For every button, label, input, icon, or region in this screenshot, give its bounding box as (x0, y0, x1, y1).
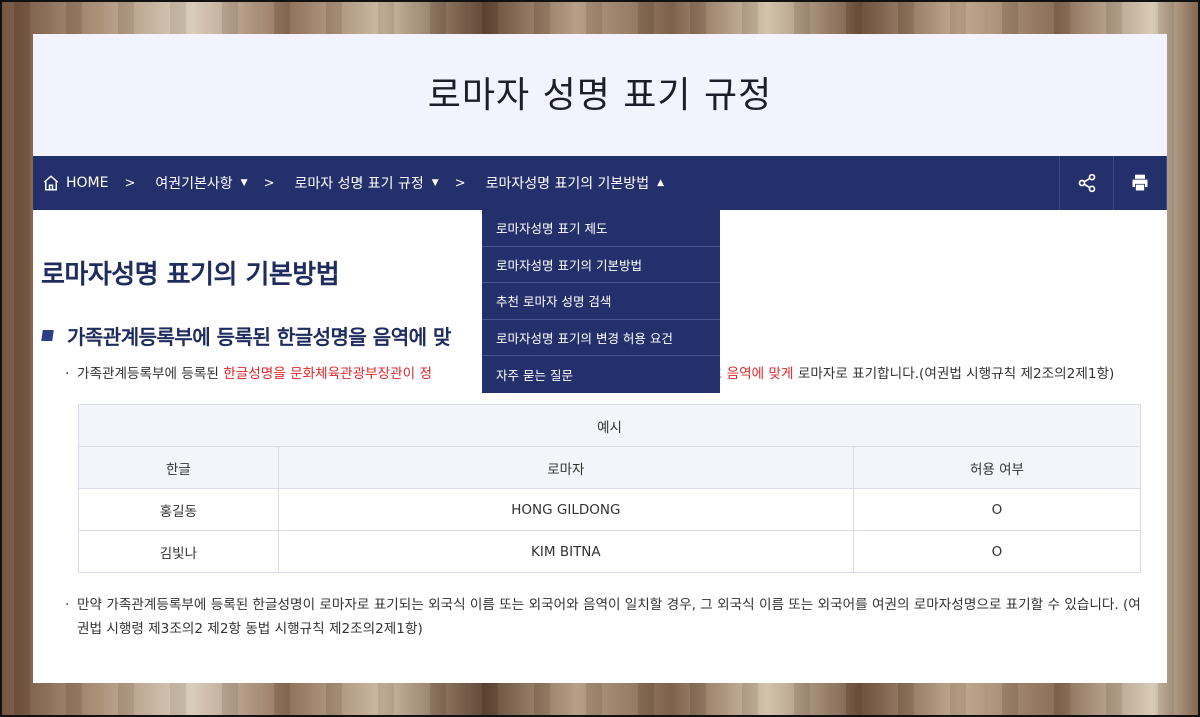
breadcrumb-item-label: 여권기본사항 (155, 176, 233, 192)
share-button[interactable] (1059, 156, 1113, 210)
table-cell: O (852, 530, 1142, 573)
square-bullet-icon (41, 330, 54, 341)
print-button[interactable] (1113, 156, 1167, 210)
breadcrumb-separator: > (124, 175, 136, 191)
table-header-allowed: 허용 여부 (852, 446, 1142, 489)
page-card: 로마자 성명 표기 규정 HOME > 여권기본사항 ▼ > 로마자 성명 표기… (33, 34, 1167, 683)
example-table-wrap: 예시 한글 로마자 허용 여부 홍길동 HONG GILDONG O 김빛나 K… (78, 404, 1142, 573)
table-cell: HONG GILDONG (277, 488, 854, 531)
table-cell: 김빛나 (78, 530, 279, 573)
table-row: 김빛나 KIM BITNA O (78, 530, 1142, 573)
bullet-dot: · (65, 597, 70, 613)
table-cell: 홍길동 (78, 488, 279, 531)
dropdown-item-basic-method[interactable]: 로마자성명 표기의 기본방법 (482, 247, 720, 284)
breadcrumb-home-label: HOME (66, 175, 109, 191)
home-icon (43, 175, 59, 191)
caret-down-icon: ▼ (240, 178, 248, 188)
breadcrumb-item-label: 로마자성명 표기의 기본방법 (485, 176, 650, 192)
dropdown-item-romanization-system[interactable]: 로마자성명 표기 제도 (482, 210, 720, 247)
table-row: 홍길동 HONG GILDONG O (78, 488, 1142, 531)
rule-highlight-1: 한글성명을 문화체육관광부장관이 정 (223, 366, 432, 382)
breadcrumb-home[interactable]: HOME (33, 156, 108, 210)
dropdown-item-faq[interactable]: 자주 묻는 질문 (482, 356, 720, 393)
page-header: 로마자 성명 표기 규정 (33, 34, 1167, 156)
print-icon (1132, 174, 1148, 191)
rule-text-before: 가족관계등록부에 등록된 (77, 366, 224, 382)
section-title-text: 가족관계등록부에 등록된 한글성명을 음역에 맞 (67, 325, 451, 349)
header-title: 로마자 성명 표기 규정 (427, 75, 773, 116)
share-icon (1078, 173, 1095, 193)
rule-text-after: 로마자로 표기합니다.(여권법 시행규칙 제2조의2제1항) (793, 366, 1115, 382)
dropdown-item-name-search[interactable]: 추천 로마자 성명 검색 (482, 283, 720, 320)
breadcrumb-item-passport-basics[interactable]: 여권기본사항 ▼ (155, 156, 247, 210)
bullet-dot: · (65, 366, 70, 382)
breadcrumb-item-romanization-rules[interactable]: 로마자 성명 표기 규정 ▼ (295, 156, 439, 210)
table-header-roman: 로마자 (277, 446, 854, 489)
caret-down-icon: ▼ (431, 178, 439, 188)
example-table: 예시 한글 로마자 허용 여부 홍길동 HONG GILDONG O 김빛나 K… (78, 404, 1142, 573)
table-cell: O (852, 488, 1142, 531)
table-cell: KIM BITNA (277, 530, 854, 573)
caret-up-icon: ▲ (657, 178, 664, 188)
dropdown-item-change-requirements[interactable]: 로마자성명 표기의 변경 허용 요건 (482, 320, 720, 357)
table-header-hangul: 한글 (78, 446, 279, 489)
foreign-name-note-text: 만약 가족관계등록부에 등록된 한글성명이 로마자로 표기되는 외국식 이름 또… (77, 597, 1141, 637)
breadcrumb-nav: HOME > 여권기본사항 ▼ > 로마자 성명 표기 규정 ▼ > 로마자성명… (33, 156, 1167, 210)
breadcrumb-separator: > (263, 175, 275, 191)
breadcrumb-item-label: 로마자 성명 표기 규정 (294, 176, 424, 192)
breadcrumb-dropdown-menu: 로마자성명 표기 제도 로마자성명 표기의 기본방법 추천 로마자 성명 검색 … (482, 210, 720, 393)
breadcrumb-separator: > (454, 175, 466, 191)
foreign-name-note: · 만약 가족관계등록부에 등록된 한글성명이 로마자로 표기되는 외국식 이름… (41, 593, 1167, 641)
nav-tools (1059, 156, 1167, 210)
table-caption: 예시 (78, 404, 1141, 447)
breadcrumb-item-basic-method[interactable]: 로마자성명 표기의 기본방법 ▲ (486, 156, 664, 210)
